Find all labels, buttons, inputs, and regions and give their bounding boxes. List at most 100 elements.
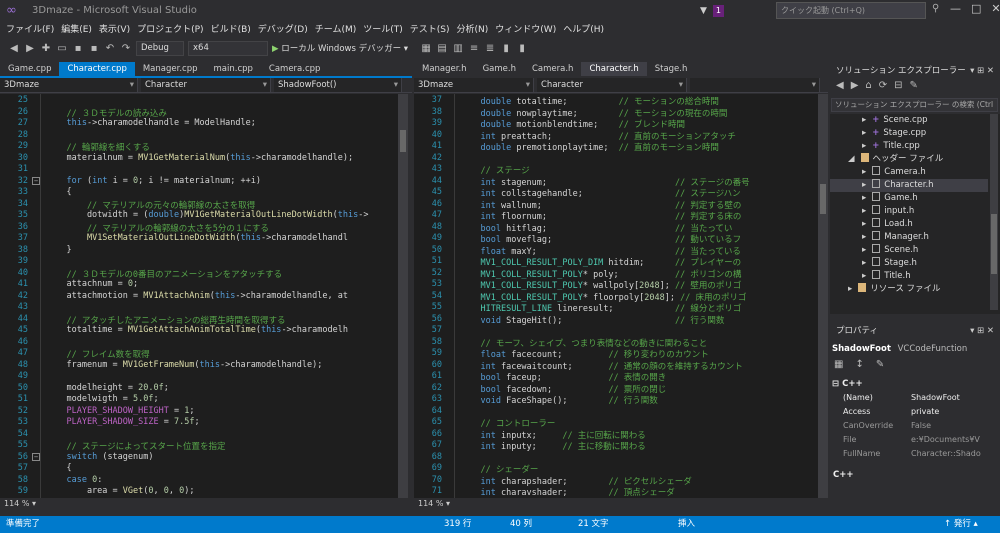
menu-project[interactable]: プロジェクト(P): [137, 22, 210, 38]
solution-tree-item[interactable]: ▸ リソース ファイル: [830, 283, 988, 296]
code-line[interactable]: framenum = MV1GetFrameNum(this->charamod…: [46, 360, 322, 370]
notification-badge[interactable]: 1: [712, 5, 725, 17]
right-vertical-scrollbar[interactable]: [818, 94, 828, 498]
code-line[interactable]: // フレイム数を取得: [46, 348, 149, 360]
tab-game-h[interactable]: Game.h: [475, 62, 524, 76]
code-line[interactable]: // マテリアルの輪郭線の太さを5分の１にする: [46, 222, 269, 234]
solution-tree-item[interactable]: ▸ Game.h: [830, 192, 988, 205]
code-line[interactable]: // ３Ｄモデルの読み込み: [46, 107, 166, 119]
property-row[interactable]: File e:¥Documents¥V: [833, 433, 993, 447]
right-code-editor[interactable]: 37 double totaltime; // モーションの総合時間 38 dou…: [414, 94, 818, 498]
right-zoom-level[interactable]: 114 %: [418, 499, 443, 508]
code-line[interactable]: MV1_COLL_RESULT_POLY* poly; // ポリゴンの構: [460, 268, 741, 280]
platform-select[interactable]: x64: [188, 40, 268, 56]
code-line[interactable]: bool facedown; // 票所の閉じ: [460, 383, 666, 395]
code-line[interactable]: double nowplaytime; // モーションの現在の時間: [460, 107, 727, 119]
scroll-thumb[interactable]: [400, 130, 406, 152]
code-line[interactable]: HITRESULT_LINE lineresult; // 線分とポリゴ: [460, 302, 741, 314]
menu-view[interactable]: 表示(V): [99, 22, 137, 38]
code-line[interactable]: float maxY; // 当たっている: [460, 245, 740, 257]
code-line[interactable]: PLAYER_SHADOW_SIZE = 7.5f;: [46, 417, 199, 427]
forward-icon[interactable]: ▶: [24, 43, 36, 54]
menu-team[interactable]: チーム(M): [315, 22, 364, 38]
code-line[interactable]: // アタッチしたアニメーションの総再生時間を取得する: [46, 314, 285, 326]
property-value[interactable]: e:¥Documents¥V: [911, 433, 993, 447]
back-icon[interactable]: ◀: [836, 80, 844, 96]
code-line[interactable]: // モーフ、シェイプ、つまり表情などの動きに関わること: [460, 337, 707, 349]
code-line[interactable]: // 輪郭線を細くする: [46, 141, 149, 153]
code-line[interactable]: MV1SetMaterialOutLineDotWidth(this->char…: [46, 233, 348, 243]
property-row[interactable]: FullName Character::Shado: [833, 447, 993, 461]
menu-test[interactable]: テスト(S): [410, 22, 457, 38]
expand-arrow-icon[interactable]: ▸: [862, 245, 866, 255]
code-line[interactable]: bool faceup; // 表情の開き: [460, 371, 666, 383]
menu-build[interactable]: ビルド(B): [211, 22, 258, 38]
code-line[interactable]: int inputy; // 主に移動に関わる: [460, 440, 645, 452]
collapse-toggle-icon[interactable]: −: [32, 176, 40, 185]
code-line[interactable]: bool moveflag; // 動いているフ: [460, 233, 741, 245]
property-value[interactable]: False: [911, 419, 993, 433]
solution-tree-item[interactable]: ▸ + Stage.cpp: [830, 127, 988, 140]
solution-tree-item[interactable]: ▸ Manager.h: [830, 231, 988, 244]
member-dropdown[interactable]: ShadowFoot() ▾: [274, 78, 402, 92]
menu-window[interactable]: ウィンドウ(W): [495, 22, 563, 38]
code-line[interactable]: // コントローラー: [460, 417, 555, 429]
scroll-thumb[interactable]: [991, 214, 997, 274]
close-icon[interactable]: ✕: [991, 2, 1000, 15]
quick-launch-input[interactable]: クイック起動 (Ctrl+Q): [776, 2, 926, 19]
code-line[interactable]: // シェーダー: [460, 463, 538, 475]
code-line[interactable]: }: [46, 245, 71, 255]
search-icon[interactable]: ⚲: [932, 3, 939, 14]
tab-game-cpp[interactable]: Game.cpp: [0, 62, 59, 76]
code-line[interactable]: double motionblendtime; // ブレンド時間: [460, 118, 685, 130]
menu-file[interactable]: ファイル(F): [6, 22, 61, 38]
code-line[interactable]: {: [46, 187, 71, 197]
code-line[interactable]: double premotionplaytime; // 直前のモーション時間: [460, 141, 718, 153]
code-line[interactable]: modelheight = 20.0f;: [46, 383, 168, 393]
panel-controls-icon[interactable]: ▾ ⊞ ✕: [970, 324, 994, 338]
properties-object-selector[interactable]: ShadowFoot VCCodeFunction: [832, 342, 998, 356]
code-line[interactable]: int facewaitcount; // 通常の顔のを維持するカウント: [460, 360, 742, 372]
save-icon[interactable]: ▪: [72, 43, 84, 54]
toolbar-tool-icon[interactable]: ▦: [420, 43, 432, 54]
tab-character-h[interactable]: Character.h: [581, 62, 647, 76]
solution-scrollbar[interactable]: [990, 114, 998, 310]
bookmark-icon[interactable]: ▮: [500, 43, 512, 54]
solution-tree-item[interactable]: ▸ + Scene.cpp: [830, 114, 988, 127]
toolbar-tool-icon[interactable]: ≡: [468, 43, 480, 54]
redo-icon[interactable]: ↷: [120, 43, 132, 54]
expand-arrow-icon[interactable]: ▸: [862, 206, 866, 216]
code-line[interactable]: // ステージ: [460, 164, 529, 176]
tab-camera-h[interactable]: Camera.h: [524, 62, 581, 76]
expand-arrow-icon[interactable]: ▸: [862, 115, 866, 125]
start-debugging-button[interactable]: ▶ ローカル Windows デバッガー ▾: [272, 42, 408, 54]
code-line[interactable]: MV1_COLL_RESULT_POLY* floorpoly[2048]; /…: [460, 291, 746, 303]
toolbar-tool-icon[interactable]: ▥: [452, 43, 464, 54]
code-line[interactable]: int collstagehandle; // ステージハン: [460, 187, 740, 199]
minimize-icon[interactable]: —: [950, 2, 961, 15]
forward-icon[interactable]: ▶: [851, 80, 859, 96]
expand-arrow-icon[interactable]: ◢: [848, 154, 855, 164]
code-line[interactable]: area = VGet(0, 0, 0);: [46, 486, 195, 496]
tab-character-cpp[interactable]: Character.cpp: [59, 62, 135, 76]
expand-arrow-icon[interactable]: ▸: [862, 128, 866, 138]
collapse-toggle-icon[interactable]: −: [32, 452, 40, 461]
configuration-select[interactable]: Debug: [136, 40, 184, 56]
code-line[interactable]: // ３Ｄモデルの0番目のアニメーションをアタッチする: [46, 268, 282, 280]
open-folder-icon[interactable]: ▭: [56, 43, 68, 54]
expand-arrow-icon[interactable]: ▸: [862, 271, 866, 281]
expand-arrow-icon[interactable]: ▸: [862, 141, 866, 151]
code-line[interactable]: int charavshader; // 頂点シェーダ: [460, 486, 674, 498]
code-line[interactable]: totaltime = MV1GetAttachAnimTotalTime(th…: [46, 325, 348, 335]
property-row[interactable]: Access private: [833, 405, 993, 419]
tab-main-cpp[interactable]: main.cpp: [206, 62, 261, 76]
code-line[interactable]: attachnum = 0;: [46, 279, 138, 289]
menu-help[interactable]: ヘルプ(H): [563, 22, 611, 38]
solution-tree-item[interactable]: ▸ Character.h: [830, 179, 988, 192]
tab-manager-h[interactable]: Manager.h: [414, 62, 475, 76]
scroll-thumb[interactable]: [820, 184, 826, 214]
left-code-editor[interactable]: 25 26 // ３Ｄモデルの読み込み 27 this->charamodelhan…: [0, 94, 398, 498]
solution-search-input[interactable]: ソリューション エクスプローラー の検索 (Ctrl: [831, 98, 998, 112]
expand-arrow-icon[interactable]: ▸: [862, 167, 866, 177]
code-line[interactable]: int stagenum; // ステージの番号: [460, 176, 749, 188]
